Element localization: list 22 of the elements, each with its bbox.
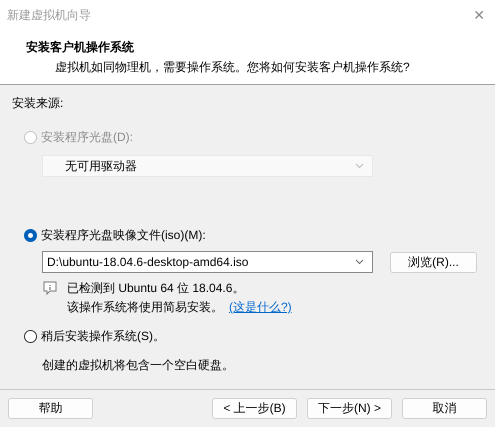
radio-button[interactable] — [24, 330, 37, 343]
source-label: 安装来源: — [12, 95, 64, 112]
dialog-button[interactable]: 下一步(N) > — [307, 398, 392, 419]
dialog-button[interactable]: < 上一步(B) — [212, 398, 297, 419]
info-icon — [43, 281, 57, 295]
dialog-button[interactable]: 帮助 — [8, 398, 93, 419]
radio-button[interactable] — [24, 229, 37, 242]
easy-install-note: 该操作系统将使用简易安装。 — [67, 299, 223, 316]
blank-disk-note: 创建的虚拟机将包含一个空白硬盘。 — [42, 357, 234, 374]
caret-icon — [355, 259, 364, 265]
page-subtitle: 虚拟机如同物理机，需要操作系统。您将如何安装客户机操作系统? — [54, 59, 411, 76]
detection-message: 已检测到 Ubuntu 64 位 18.04.6。 — [67, 280, 246, 297]
close-button[interactable]: ✕ — [473, 6, 485, 24]
radio-label[interactable]: 稍后安装操作系统(S)。 — [41, 328, 165, 345]
browse-button[interactable]: 浏览(R)... — [390, 252, 477, 272]
window-title: 新建虚拟机向导 — [7, 6, 91, 24]
radio-label[interactable]: 安装程序光盘映像文件(iso)(M): — [41, 227, 206, 244]
page-title: 安装客户机操作系统 — [26, 39, 135, 56]
dialog-button[interactable]: 取消 — [402, 398, 487, 419]
help-link[interactable]: (这是什么?) — [229, 299, 292, 316]
iso-path-combobox[interactable]: D:\ubuntu-18.04.6-desktop-amd64.iso — [42, 251, 373, 273]
caret-icon — [355, 163, 364, 169]
